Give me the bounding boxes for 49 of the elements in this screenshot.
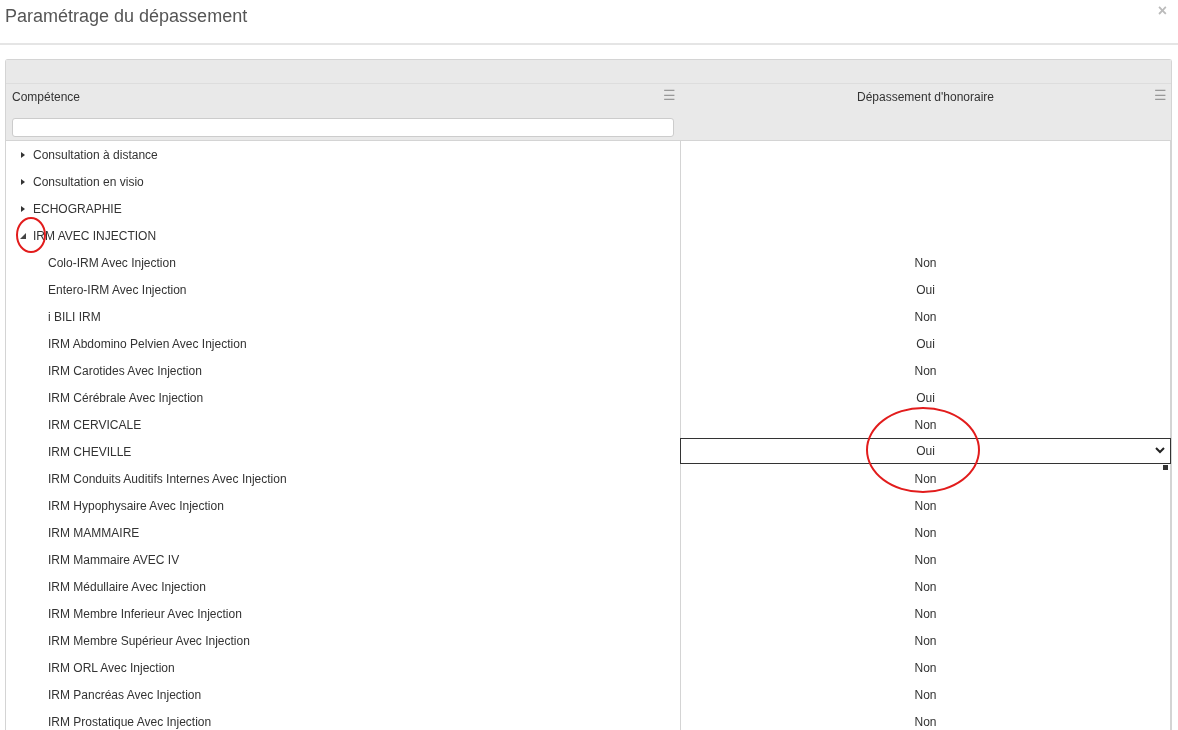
tree-group-label: Consultation en visio bbox=[33, 174, 144, 189]
table-cell: Non bbox=[914, 417, 937, 432]
fill-handle[interactable] bbox=[1163, 465, 1168, 470]
table-cell: Oui bbox=[916, 282, 935, 297]
tree-group-label: Consultation à distance bbox=[33, 147, 158, 162]
collapse-triangle-icon[interactable] bbox=[19, 231, 27, 240]
tree-item-label: IRM Pancréas Avec Injection bbox=[48, 687, 202, 702]
tree-item-label: IRM Hypophysaire Avec Injection bbox=[48, 498, 224, 513]
table-cell: Non bbox=[914, 363, 937, 378]
tree-item-label: IRM ORL Avec Injection bbox=[48, 660, 175, 675]
tree-item-label: IRM Cérébrale Avec Injection bbox=[48, 390, 204, 405]
tree-item-label: IRM Carotides Avec Injection bbox=[48, 363, 202, 378]
table-cell: Non bbox=[914, 633, 937, 648]
tree-item-label: IRM Médullaire Avec Injection bbox=[48, 579, 206, 594]
tree-item-label: Colo-IRM Avec Injection bbox=[48, 255, 176, 270]
dialog-title: Paramétrage du dépassement bbox=[5, 6, 248, 27]
column-header[interactable]: Compétence bbox=[12, 90, 81, 104]
value-dropdown[interactable]: Oui bbox=[680, 438, 1171, 464]
table-cell: Non bbox=[914, 471, 937, 486]
expand-triangle-icon[interactable] bbox=[19, 150, 27, 159]
column-header[interactable]: Dépassement d'honoraire bbox=[856, 90, 994, 104]
table-cell: Non bbox=[914, 606, 937, 621]
tree-item-label: IRM Prostatique Avec Injection bbox=[48, 714, 212, 729]
table-cell: Non bbox=[914, 309, 937, 324]
table-cell: Non bbox=[914, 660, 937, 675]
tree-item-label: IRM Membre Supérieur Avec Injection bbox=[48, 633, 250, 648]
table-cell: Non bbox=[914, 687, 937, 702]
tree-item-label: IRM Mammaire AVEC IV bbox=[48, 552, 180, 567]
table-cell: Non bbox=[914, 498, 937, 513]
tree-item-label: IRM Conduits Auditifs Internes Avec Injection bbox=[48, 471, 287, 486]
table-cell: Non bbox=[914, 714, 937, 729]
tree-item-label: i BILI IRM bbox=[48, 309, 101, 324]
table-cell: Non bbox=[914, 255, 937, 270]
table-cell: Non bbox=[914, 525, 937, 540]
filter-input[interactable] bbox=[12, 118, 674, 137]
table-cell: Oui bbox=[916, 336, 935, 351]
tree-group-label: ECHOGRAPHIE bbox=[33, 201, 122, 216]
expand-triangle-icon[interactable] bbox=[19, 204, 27, 213]
table-cell: Oui bbox=[916, 390, 935, 405]
table-cell: Non bbox=[914, 552, 937, 567]
tree-item-label: IRM MAMMAIRE bbox=[48, 525, 140, 540]
tree-item-label: IRM CERVICALE bbox=[48, 417, 142, 432]
chevron-down-icon bbox=[1155, 446, 1165, 454]
tree-item-label: IRM CHEVILLE bbox=[48, 444, 132, 459]
table-cell: Non bbox=[914, 579, 937, 594]
tree-item-label: Entero-IRM Avec Injection bbox=[48, 282, 187, 297]
expand-triangle-icon[interactable] bbox=[19, 177, 27, 186]
tree-item-label: IRM Abdomino Pelvien Avec Injection bbox=[48, 336, 247, 351]
tree-item-label: IRM Membre Inferieur Avec Injection bbox=[48, 606, 242, 621]
